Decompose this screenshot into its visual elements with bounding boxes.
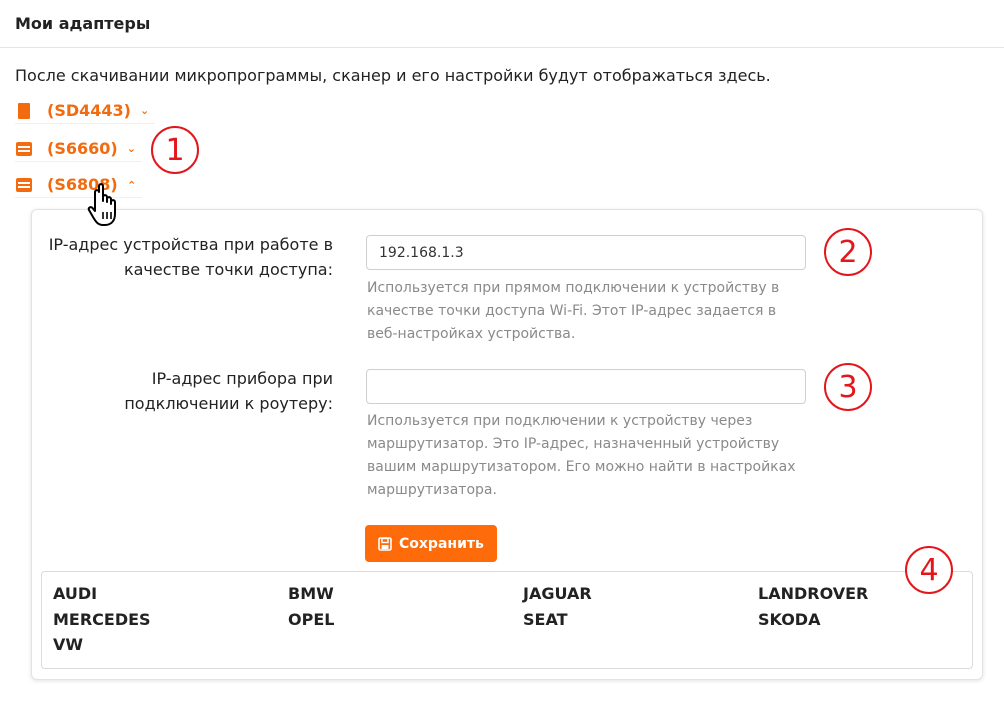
brand-item: JAGUAR [523, 584, 592, 603]
device-icon [18, 102, 30, 119]
hand-cursor-icon [87, 183, 116, 226]
brand-item: LANDROVER [758, 584, 869, 603]
chevron-down-icon: ⌄ [126, 142, 136, 155]
floppy-disk-icon [378, 536, 392, 551]
page-header: Мои адаптеры [0, 0, 1004, 48]
scanner-icon [16, 141, 32, 156]
brand-item: AUDI [53, 584, 98, 603]
supported-brands-list: AUDI BMW JAGUAR LANDROVER MERCEDES OPEL … [41, 571, 973, 669]
adapter-settings-panel: IP-адрес устройства при работе в качеств… [31, 209, 983, 680]
callout-badge-3: 3 [824, 363, 872, 411]
adapter-name: (S6660) [47, 139, 118, 158]
ap-ip-help: Используется при прямом подключении к ус… [367, 280, 780, 342]
intro-text: После скачивании микропрограммы, сканер … [15, 66, 771, 85]
ap-ip-input[interactable] [366, 235, 806, 270]
scanner-icon [16, 177, 32, 192]
brand-item: BMW [288, 584, 334, 603]
router-ip-label: IP-адрес прибора при подключении к роуте… [124, 369, 333, 413]
brand-item: VW [53, 635, 84, 654]
brand-item: SEAT [523, 609, 568, 629]
ap-ip-label: IP-адрес устройства при работе в качеств… [48, 235, 333, 279]
save-button-label: Сохранить [399, 535, 484, 552]
brand-item: SKODA [758, 609, 821, 629]
brand-item: OPEL [288, 609, 335, 629]
chevron-down-icon: ⌄ [139, 104, 150, 117]
callout-badge-4: 4 [905, 546, 953, 594]
adapter-name: (SD4443) [47, 101, 131, 120]
router-ip-input[interactable] [366, 369, 806, 404]
save-button[interactable]: Сохранить [365, 525, 497, 562]
adapter-item-sd4443[interactable]: (SD4443) ⌄ [15, 98, 156, 124]
brand-item: MERCEDES [53, 609, 151, 629]
page-title: Мои адаптеры [15, 14, 151, 33]
callout-badge-2: 2 [824, 228, 872, 276]
router-ip-help: Используется при подключении к устройств… [367, 413, 796, 498]
callout-badge-1: 1 [151, 126, 199, 174]
chevron-up-icon: ⌄ [126, 178, 136, 191]
adapter-item-s6660[interactable]: (S6660) ⌄ [15, 136, 142, 162]
